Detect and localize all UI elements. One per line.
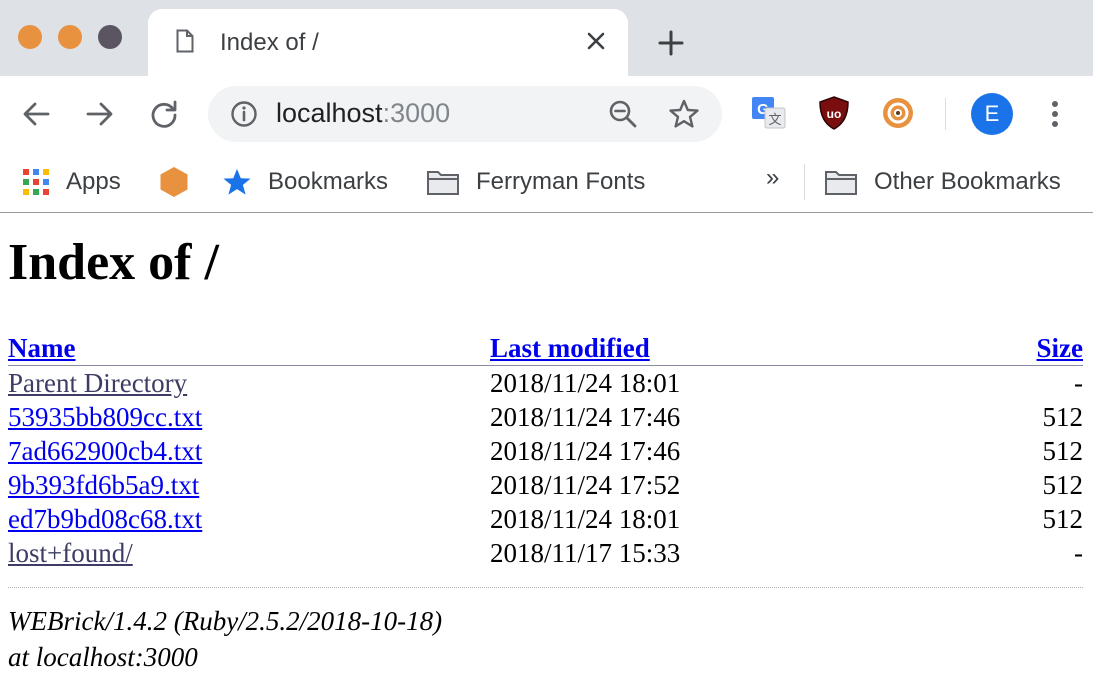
modified-cell: 2018/11/24 18:01	[490, 367, 681, 398]
modified-cell: 2018/11/24 17:46	[490, 401, 681, 432]
directory-listing: Name Last modified Size Parent Directory…	[8, 331, 1083, 570]
server-version: WEBrick/1.4.2 (Ruby/2.5.2/2018-10-18)	[8, 606, 443, 636]
bookmark-bookmarks[interactable]: Bookmarks	[222, 162, 388, 202]
table-row: lost+found/ 2018/11/17 15:33 -	[8, 536, 1083, 570]
hexagon-icon	[160, 167, 188, 197]
page-title: Index of /	[8, 234, 219, 291]
toolbar: localhost:3000 G 文 uo E	[0, 76, 1093, 152]
folder-icon	[427, 171, 459, 195]
bookmark-hexagon[interactable]	[158, 162, 206, 202]
table-row: 9b393fd6b5a9.txt 2018/11/24 17:52 512	[8, 468, 1083, 502]
column-header-size: Size	[920, 331, 1084, 366]
reload-icon[interactable]	[148, 98, 180, 130]
close-window-button[interactable]	[18, 25, 42, 49]
tab-strip: Index of /	[0, 0, 1093, 76]
bookmark-ferryman-fonts[interactable]: Ferryman Fonts	[426, 162, 645, 202]
url-text[interactable]: localhost:3000	[276, 98, 450, 129]
column-header-modified: Last modified	[490, 331, 920, 366]
size-cell: -	[1074, 537, 1083, 568]
modified-cell: 2018/11/24 17:52	[490, 469, 681, 500]
column-header-name: Name	[8, 331, 490, 366]
table-header-row: Name Last modified Size	[8, 331, 1083, 366]
sort-by-name-link[interactable]: Name	[8, 333, 75, 363]
modified-cell: 2018/11/17 15:33	[490, 537, 681, 568]
star-icon[interactable]	[668, 98, 700, 130]
directory-link[interactable]: lost+found/	[8, 538, 133, 568]
size-cell: -	[1074, 367, 1083, 398]
file-link[interactable]: 7ad662900cb4.txt	[8, 436, 202, 466]
tab-active[interactable]: Index of /	[148, 9, 628, 76]
minimize-window-button[interactable]	[58, 25, 82, 49]
size-cell: 512	[1042, 435, 1084, 466]
modified-cell: 2018/11/24 18:01	[490, 503, 681, 534]
size-cell: 512	[1042, 401, 1084, 432]
zoom-out-icon[interactable]	[608, 99, 638, 129]
size-cell: 512	[1042, 469, 1084, 500]
server-signature: WEBrick/1.4.2 (Ruby/2.5.2/2018-10-18) at…	[8, 603, 442, 675]
bookmark-other-bookmarks[interactable]: Other Bookmarks	[824, 162, 1061, 202]
sort-by-size-link[interactable]: Size	[1037, 333, 1084, 363]
apps-grid-icon	[23, 169, 49, 195]
bookmarks-bar: Apps Bookmarks Ferryman Fonts » Other Bo…	[0, 152, 1093, 213]
table-row: 7ad662900cb4.txt 2018/11/24 17:46 512	[8, 434, 1083, 468]
close-icon[interactable]	[582, 27, 610, 55]
back-arrow-icon[interactable]	[20, 98, 52, 130]
star-icon	[223, 168, 251, 195]
parent-directory-link[interactable]: Parent Directory	[8, 368, 187, 398]
zoom-window-button[interactable]	[98, 25, 122, 49]
table-row: ed7b9bd08c68.txt 2018/11/24 18:01 512	[8, 502, 1083, 536]
size-cell: 512	[1042, 503, 1084, 534]
google-translate-icon[interactable]: G 文	[750, 94, 788, 132]
toolbar-divider	[945, 98, 946, 130]
info-icon[interactable]	[230, 100, 258, 128]
page-icon	[176, 29, 194, 53]
sort-by-modified-link[interactable]: Last modified	[490, 333, 650, 363]
table-row: 53935bb809cc.txt 2018/11/24 17:46 512	[8, 400, 1083, 434]
tab-title: Index of /	[220, 29, 319, 56]
more-vert-icon[interactable]	[1044, 96, 1066, 132]
svg-text:uo: uo	[827, 107, 842, 121]
svg-text:文: 文	[768, 112, 781, 127]
bookmarks-divider	[804, 164, 805, 200]
bookmark-apps[interactable]: Apps	[22, 162, 121, 202]
table-row: Parent Directory 2018/11/24 18:01 -	[8, 366, 1083, 401]
forward-arrow-icon[interactable]	[84, 98, 116, 130]
profile-avatar[interactable]: E	[971, 93, 1013, 135]
file-link[interactable]: 53935bb809cc.txt	[8, 402, 202, 432]
address-bar[interactable]: localhost:3000	[208, 86, 722, 142]
file-link[interactable]: 9b393fd6b5a9.txt	[8, 470, 199, 500]
ublock-shield-icon[interactable]: uo	[815, 94, 853, 132]
target-extension-icon[interactable]	[879, 94, 917, 132]
footer-divider	[8, 587, 1083, 588]
new-tab-button[interactable]	[656, 28, 686, 58]
file-link[interactable]: ed7b9bd08c68.txt	[8, 504, 202, 534]
server-host: at localhost:3000	[8, 642, 198, 672]
modified-cell: 2018/11/24 17:46	[490, 435, 681, 466]
folder-icon	[825, 171, 857, 195]
more-bookmarks-button[interactable]: »	[766, 164, 779, 192]
